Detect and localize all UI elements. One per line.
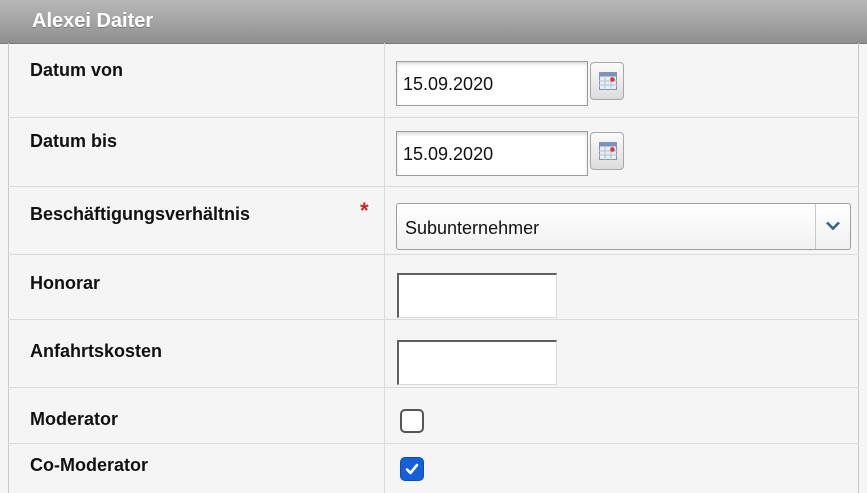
row-divider [8,254,859,255]
row-divider [8,387,859,388]
beschaeftigung-label: Beschäftigungsverhältnis [30,204,251,224]
row-divider [8,117,859,118]
datum-von-input[interactable]: 15.09.2020 [396,61,588,106]
select-arrow-button[interactable] [815,204,850,249]
calendar-icon [599,72,617,90]
beschaeftigung-selected-value: Subunternehmer [405,218,540,238]
panel-header: Alexei Daiter [0,0,867,44]
moderator-label: Moderator [30,409,119,429]
frame-border-right [858,43,859,493]
datum-bis-input[interactable]: 15.09.2020 [396,131,588,176]
chevron-down-icon [826,221,840,231]
row-divider [8,443,859,444]
datum-bis-label: Datum bis [30,131,118,151]
frame-border-left [8,43,9,493]
honorar-input[interactable] [397,273,557,318]
row-divider [8,319,859,320]
co-moderator-checkbox[interactable] [400,457,424,481]
required-marker: * [360,198,369,223]
row-divider [8,186,859,187]
anfahrtskosten-input[interactable] [397,340,557,385]
column-divider [384,43,385,493]
calendar-icon [599,142,617,160]
datum-von-calendar-button[interactable] [590,62,624,100]
form-panel: Alexei Daiter Datum von 15.09.2020 Datum… [0,0,867,493]
beschaeftigung-select[interactable]: Subunternehmer [396,203,851,250]
co-moderator-label: Co-Moderator [30,455,148,475]
checkmark-icon [405,463,419,475]
honorar-label: Honorar [30,273,101,293]
panel-title: Alexei Daiter [32,10,154,32]
anfahrtskosten-label: Anfahrtskosten [30,341,163,361]
datum-bis-calendar-button[interactable] [590,132,624,170]
datum-von-label: Datum von [30,60,124,80]
moderator-checkbox[interactable] [400,409,424,433]
